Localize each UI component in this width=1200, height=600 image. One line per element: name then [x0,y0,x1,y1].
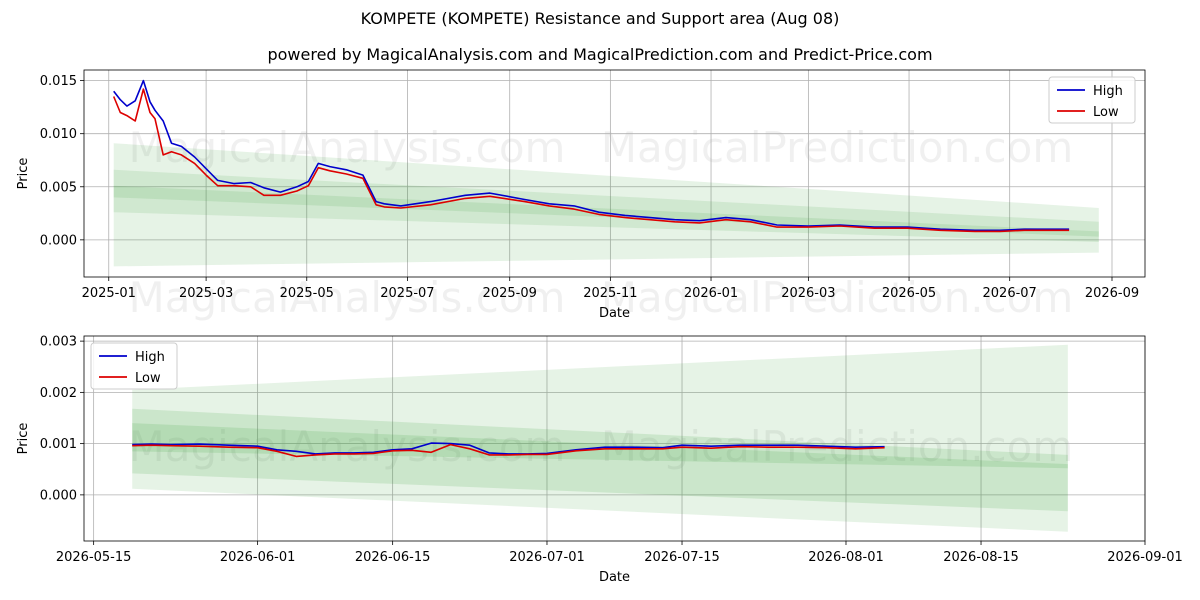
y-axis-label: Price [16,158,31,190]
y-tick-label: 0.015 [40,74,77,89]
series-line-high [132,442,885,455]
watermark-text: MagicalPrediction.com [601,273,1074,322]
x-tick-label: 2025-09 [483,286,537,301]
x-tick-label: 2026-05-15 [56,550,132,565]
watermark-text: MagicalPrediction.com [601,123,1074,172]
chart-panel-2: MagicalAnalysis.com MagicalPrediction.com… [16,335,1183,585]
x-axis-label: Date [599,570,630,585]
support-resistance-band [132,423,1068,469]
legend: High Low [90,342,178,390]
x-tick-label: 2025-03 [179,286,233,301]
y-tick-label: 0.010 [40,127,77,142]
chart-panel-1: MagicalAnalysis.com MagicalPrediction.com… [16,69,1146,322]
top-chart: MagicalAnalysis.com MagicalPrediction.com… [16,69,1183,585]
legend-box [90,342,178,390]
legend-label-high: High [1093,84,1123,99]
watermark-text: MagicalAnalysis.com [129,422,566,471]
legend-label-low: Low [1093,105,1119,120]
y-tick-label: 0.005 [40,180,77,195]
x-tick-label: 2026-05 [882,286,936,301]
legend-box [1048,76,1136,124]
x-tick-label: 2026-01 [684,286,738,301]
watermark-text: MagicalAnalysis.com [129,123,566,172]
x-tick-label: 2026-09 [1085,286,1139,301]
y-tick-label: 0.003 [40,335,77,350]
plot-frame [83,69,1146,278]
legend: High Low [1048,76,1136,124]
series-line-high [113,79,1070,232]
support-resistance-band [132,408,1068,512]
chart-title: KOMPETE (KOMPETE) Resistance and Support… [360,9,840,28]
x-tick-label: 2026-07-15 [644,550,720,565]
x-tick-label: 2025-01 [82,286,136,301]
legend-label-high: High [135,350,165,365]
x-tick-label: 2025-11 [583,286,637,301]
y-tick-label: 0.001 [40,437,77,452]
plot-content [132,344,1068,532]
y-tick-label: 0.000 [40,488,77,503]
support-resistance-band [113,143,1099,267]
x-tick-label: 2026-08-15 [943,550,1019,565]
support-resistance-band [113,185,1099,237]
chart-subtitle: powered by MagicalAnalysis.com and Magic… [267,45,933,64]
legend-label-low: Low [135,371,161,386]
x-tick-label: 2026-07 [983,286,1037,301]
plot-frame [83,335,1146,542]
x-tick-label: 2026-06-15 [355,550,431,565]
x-tick-label: 2026-03 [781,286,835,301]
series-line-low [112,88,1070,233]
y-tick-label: 0.000 [40,233,77,248]
x-tick-label: 2025-05 [280,286,334,301]
y-axis-label: Price [16,423,31,455]
watermark-text: MagicalPrediction.com [601,422,1074,471]
x-axis-label: Date [599,306,630,321]
watermark-text: MagicalAnalysis.com [129,273,566,322]
x-tick-label: 2026-08-01 [808,550,884,565]
series-line-low [132,443,885,458]
support-resistance-band [113,169,1099,242]
x-tick-label: 2026-06-01 [220,550,296,565]
support-resistance-band [132,344,1068,532]
y-tick-label: 0.002 [40,386,77,401]
x-tick-label: 2026-09-01 [1107,550,1183,565]
x-tick-label: 2026-07-01 [509,550,585,565]
x-tick-label: 2025-07 [380,286,434,301]
plot-content [112,79,1099,267]
